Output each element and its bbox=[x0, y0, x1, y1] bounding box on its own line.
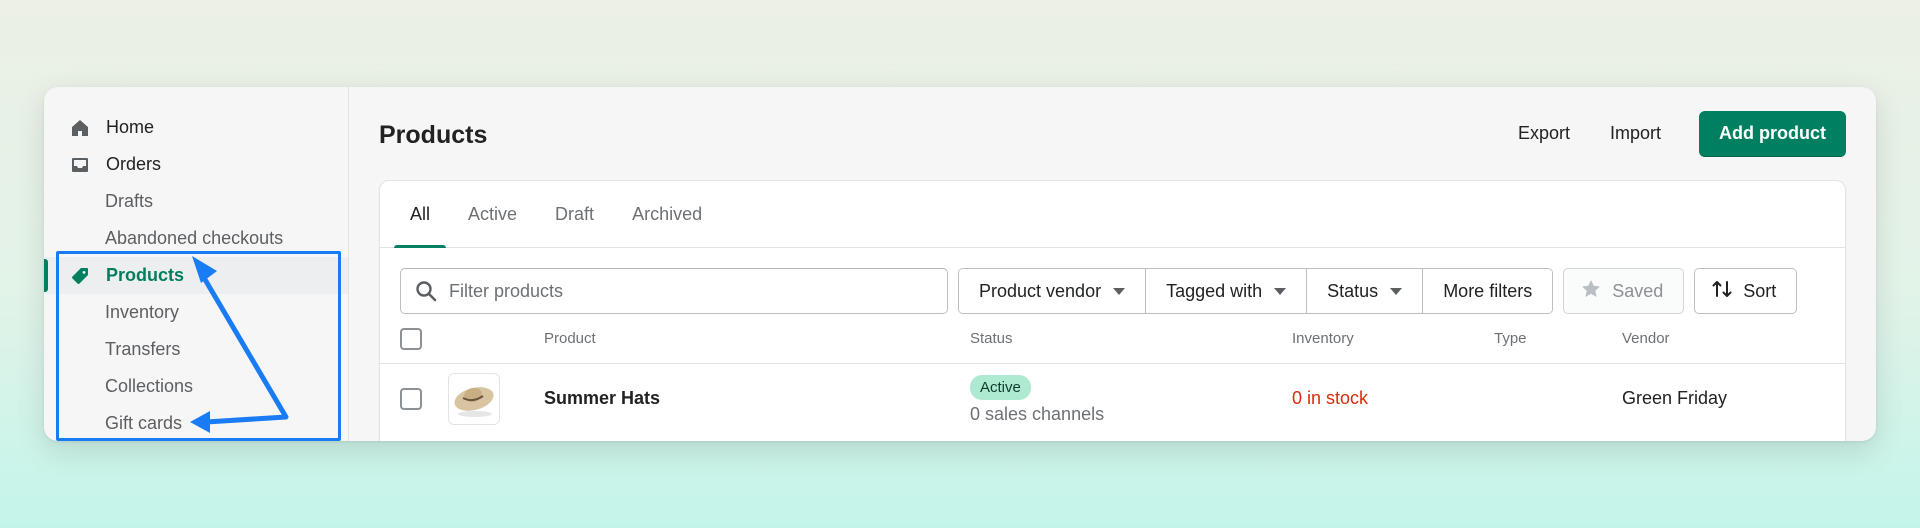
sidebar-item-label: Collections bbox=[105, 376, 194, 396]
products-card: All Active Draft Archived Product vendor bbox=[379, 180, 1846, 441]
tag-icon bbox=[70, 266, 90, 286]
filter-group: Product vendor Tagged with Status More f… bbox=[958, 268, 1554, 314]
sidebar-item-abandoned-checkouts[interactable]: Abandoned checkouts bbox=[44, 220, 348, 257]
sidebar-item-orders[interactable]: Orders bbox=[44, 146, 348, 183]
caret-down-icon bbox=[1390, 287, 1403, 295]
select-all-checkbox[interactable] bbox=[400, 328, 422, 350]
header-actions: Export Import Add product bbox=[1500, 110, 1846, 157]
main-content: Products Export Import Add product All A… bbox=[349, 87, 1876, 441]
sidebar-item-label: Orders bbox=[106, 154, 162, 174]
product-vendor: Green Friday bbox=[1622, 388, 1728, 408]
app-window: Home Orders Drafts Abandoned checkouts P… bbox=[44, 87, 1876, 441]
filter-label: More filters bbox=[1443, 280, 1533, 301]
tab-bar: All Active Draft Archived bbox=[380, 181, 1845, 248]
star-icon bbox=[1580, 278, 1602, 305]
tab-all[interactable]: All bbox=[394, 181, 447, 248]
product-name[interactable]: Summer Hats bbox=[544, 388, 660, 409]
column-type: Type bbox=[1494, 330, 1527, 347]
sidebar-item-drafts[interactable]: Drafts bbox=[44, 183, 348, 220]
search-box[interactable] bbox=[400, 268, 948, 314]
hat-icon bbox=[454, 387, 494, 417]
sort-button[interactable]: Sort bbox=[1694, 268, 1798, 314]
tab-archived[interactable]: Archived bbox=[616, 181, 718, 247]
home-icon bbox=[70, 118, 90, 138]
row-checkbox[interactable] bbox=[400, 388, 422, 410]
sidebar: Home Orders Drafts Abandoned checkouts P… bbox=[44, 87, 349, 441]
caret-down-icon bbox=[1274, 287, 1287, 295]
sidebar-item-label: Transfers bbox=[105, 339, 181, 359]
sort-label: Sort bbox=[1743, 280, 1777, 301]
tab-active[interactable]: Active bbox=[452, 181, 533, 247]
page-title: Products bbox=[379, 121, 488, 149]
sales-channels: 0 sales channels bbox=[970, 404, 1105, 424]
status-filter[interactable]: Status bbox=[1307, 269, 1424, 313]
import-button[interactable]: Import bbox=[1592, 113, 1679, 154]
column-product: Product bbox=[544, 330, 596, 347]
column-vendor: Vendor bbox=[1622, 330, 1670, 347]
table-header: Product Status Inventory Type Vendor bbox=[380, 314, 1845, 364]
sort-icon bbox=[1711, 278, 1733, 305]
filter-label: Status bbox=[1327, 280, 1379, 301]
inbox-icon bbox=[70, 155, 90, 175]
tagged-with-filter[interactable]: Tagged with bbox=[1146, 269, 1308, 313]
sidebar-item-label: Products bbox=[106, 265, 185, 285]
product-thumbnail[interactable] bbox=[448, 373, 500, 425]
filter-label: Tagged with bbox=[1166, 280, 1263, 301]
product-vendor-filter[interactable]: Product vendor bbox=[959, 269, 1147, 313]
add-product-button[interactable]: Add product bbox=[1699, 110, 1846, 157]
status-badge: Active bbox=[970, 375, 1031, 400]
sidebar-item-transfers[interactable]: Transfers bbox=[44, 331, 348, 368]
sidebar-item-products[interactable]: Products bbox=[44, 257, 348, 294]
sidebar-item-home[interactable]: Home bbox=[44, 109, 348, 146]
column-status: Status bbox=[970, 330, 1013, 347]
sidebar-item-label: Drafts bbox=[105, 191, 154, 211]
sidebar-item-label: Abandoned checkouts bbox=[105, 228, 284, 248]
search-input[interactable] bbox=[449, 280, 929, 302]
sidebar-item-inventory[interactable]: Inventory bbox=[44, 294, 348, 331]
search-icon bbox=[415, 280, 437, 302]
inventory-count: 0 in stock bbox=[1292, 388, 1369, 408]
sidebar-item-label: Home bbox=[106, 117, 155, 137]
column-inventory: Inventory bbox=[1292, 330, 1354, 347]
caret-down-icon bbox=[1113, 287, 1126, 295]
sidebar-item-gift-cards[interactable]: Gift cards bbox=[44, 405, 348, 441]
sidebar-item-label: Gift cards bbox=[105, 413, 183, 433]
saved-label: Saved bbox=[1612, 280, 1664, 301]
more-filters-button[interactable]: More filters bbox=[1423, 269, 1553, 313]
saved-button[interactable]: Saved bbox=[1563, 268, 1685, 314]
table-row[interactable]: Summer Hats Active 0 sales channels 0 in… bbox=[380, 364, 1845, 434]
sidebar-item-collections[interactable]: Collections bbox=[44, 368, 348, 405]
filter-label: Product vendor bbox=[979, 280, 1102, 301]
sidebar-item-label: Inventory bbox=[105, 302, 180, 322]
tab-draft[interactable]: Draft bbox=[539, 181, 610, 247]
filter-bar: Product vendor Tagged with Status More f… bbox=[380, 248, 1845, 314]
export-button[interactable]: Export bbox=[1500, 113, 1588, 154]
page-header: Products Export Import Add product bbox=[379, 87, 1846, 180]
